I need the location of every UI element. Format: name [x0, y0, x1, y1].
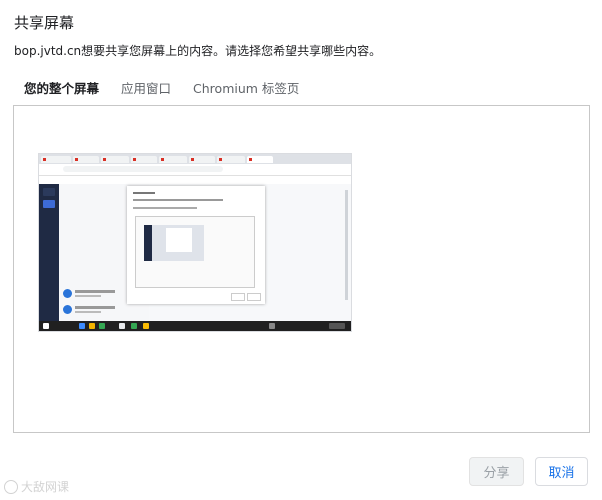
thumbnail-tab: [41, 156, 71, 163]
thumbnail-tab: [131, 156, 157, 163]
watermark-text: 大敌网课: [21, 480, 70, 494]
share-button[interactable]: 分享: [469, 457, 524, 486]
tab-entire-screen[interactable]: 您的整个屏幕: [24, 78, 99, 103]
tab-application-window[interactable]: 应用窗口: [121, 78, 171, 103]
thumbnail-dialog-button: [247, 293, 261, 301]
thumbnail-browser-tabbar: [39, 154, 351, 164]
thumbnail-taskbar-icon: [99, 323, 105, 329]
thumbnail-tab: [189, 156, 215, 163]
thumbnail-taskbar-icon: [79, 323, 85, 329]
tab-chromium-tab[interactable]: Chromium 标签页: [193, 78, 299, 103]
thumbnail-tab: [73, 156, 99, 163]
thumbnail-tab: [217, 156, 245, 163]
windows-start-icon: [43, 323, 49, 329]
thumbnail-tab: [247, 156, 273, 163]
thumbnail-sidebar-item: [43, 188, 55, 196]
screen-thumbnail[interactable]: [38, 153, 352, 332]
thumbnail-scrollbar: [345, 190, 348, 300]
thumbnail-nested-screen: [144, 225, 204, 261]
thumbnail-taskbar: [39, 321, 351, 331]
thumbnail-dialog-button: [231, 293, 245, 301]
thumbnail-sidebar-item: [43, 200, 55, 208]
dialog-title: 共享屏幕: [14, 14, 75, 32]
dialog-description: bop.jvtd.cn想要共享您屏幕上的内容。请选择您希望共享哪些内容。: [14, 44, 382, 58]
source-preview-panel: [13, 105, 590, 433]
thumbnail-tray-icon: [269, 323, 275, 329]
watermark: 大敌网课: [4, 478, 69, 495]
thumbnail-dialog-frame: [135, 216, 255, 288]
thumbnail-dialog-line: [133, 207, 197, 209]
source-tabs: 您的整个屏幕 应用窗口 Chromium 标签页: [24, 78, 321, 103]
thumbnail-taskbar-icon: [143, 323, 149, 329]
thumbnail-share-dialog: [127, 186, 265, 304]
thumbnail-clock: [329, 323, 345, 329]
thumbnail-taskbar-icon: [131, 323, 137, 329]
thumbnail-taskbar-icon: [119, 323, 125, 329]
thumbnail-dialog-line: [133, 192, 155, 194]
thumbnail-app-sidebar: [39, 184, 59, 321]
thumbnail-taskbar-icon: [89, 323, 95, 329]
thumbnail-dialog-line: [133, 199, 223, 201]
thumbnail-tab: [159, 156, 187, 163]
watermark-logo-icon: [4, 479, 18, 494]
thumbnail-contact: [63, 304, 143, 316]
thumbnail-tab: [101, 156, 129, 163]
thumbnail-address-bar: [39, 164, 351, 176]
cancel-button[interactable]: 取消: [535, 457, 588, 486]
